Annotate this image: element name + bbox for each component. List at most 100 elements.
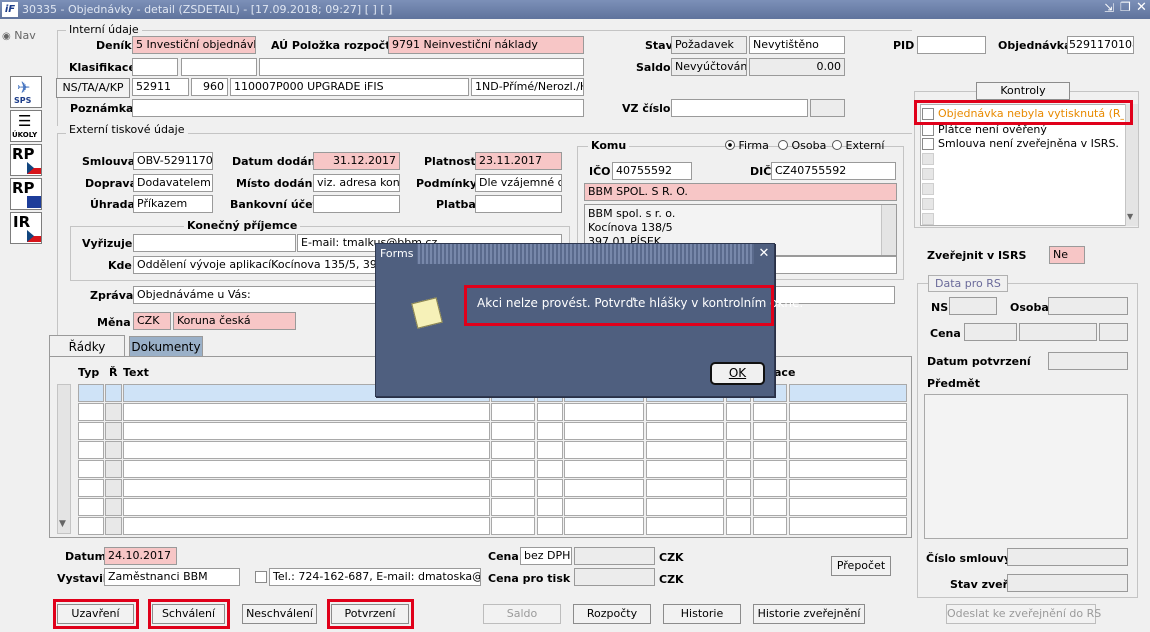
rozpocty-button[interactable]: Rozpočty — [573, 604, 651, 624]
grid-cell[interactable] — [491, 498, 535, 516]
grid-cell[interactable] — [537, 517, 563, 535]
nav-button[interactable]: ◉ Nav — [2, 29, 38, 43]
grid-cell[interactable] — [78, 422, 104, 440]
bankovni-ucet-field[interactable] — [313, 195, 400, 213]
sps-icon[interactable]: ✈ SPS — [10, 76, 42, 108]
grid-cell[interactable] — [789, 384, 907, 402]
grid-cell[interactable] — [753, 517, 787, 535]
grid-cell[interactable] — [646, 517, 724, 535]
grid-cell[interactable] — [491, 460, 535, 478]
grid-cell[interactable] — [123, 422, 490, 440]
prepocet-button[interactable]: Přepočet — [831, 556, 891, 576]
cena-type-field[interactable]: bez DPH — [520, 547, 572, 565]
klasifikace-field-2[interactable] — [181, 58, 257, 76]
grid-cell[interactable] — [78, 403, 104, 421]
grid-cell[interactable] — [491, 422, 535, 440]
grid-cell[interactable] — [78, 517, 104, 535]
denik-field[interactable]: 5 Investiční objednávky — [132, 36, 256, 54]
kontrola-checkbox-3[interactable] — [922, 138, 934, 150]
grid-cell[interactable] — [726, 460, 751, 478]
ns-field[interactable]: 52911 — [132, 78, 189, 96]
grid-cell[interactable] — [789, 517, 907, 535]
radio-osoba[interactable]: Osoba — [778, 139, 826, 152]
grid-cell[interactable] — [537, 441, 563, 459]
grid-cell[interactable] — [78, 460, 104, 478]
scroll-down-icon[interactable]: ▼ — [59, 519, 66, 529]
klasifikace-field-3[interactable] — [259, 58, 584, 76]
rp-eu-icon[interactable]: RP — [10, 178, 42, 210]
grid-cell[interactable] — [537, 498, 563, 516]
grid-cell[interactable] — [105, 422, 122, 440]
dialog-close-icon[interactable]: ✕ — [754, 244, 774, 264]
grid-cell[interactable] — [646, 441, 724, 459]
grid-cell[interactable] — [789, 498, 907, 516]
odeslat-button[interactable]: Odeslat ke zveřejnění do RS — [946, 604, 1101, 624]
historie-button[interactable]: Historie — [663, 604, 741, 624]
a-field[interactable]: 110007P000 UPGRADE iFIS — [230, 78, 469, 96]
datars-legend[interactable]: Data pro RS — [928, 275, 1008, 292]
grid-cell[interactable] — [105, 384, 122, 402]
grid-cell[interactable] — [564, 498, 644, 516]
doprava-field[interactable]: Dodavatelem — [133, 174, 213, 192]
potvrzeni-button[interactable]: Potvrzení — [331, 604, 409, 624]
grid-cell[interactable] — [726, 441, 751, 459]
grid-cell[interactable] — [491, 403, 535, 421]
vz-cislo-button[interactable] — [810, 99, 845, 117]
grid-scrollbar[interactable]: ▼ — [57, 384, 71, 534]
ukoly-icon[interactable]: ☰ ÚKOLY — [10, 110, 42, 142]
grid-cell[interactable] — [491, 479, 535, 497]
grid-cell[interactable] — [646, 498, 724, 516]
address-scrollbar[interactable] — [881, 205, 896, 255]
restore-icon[interactable]: ❐ — [1120, 0, 1131, 14]
grid-cell[interactable] — [753, 422, 787, 440]
grid-cell[interactable] — [537, 479, 563, 497]
grid-cell[interactable] — [105, 479, 122, 497]
vystavil-checkbox[interactable] — [255, 571, 267, 583]
grid-cell[interactable] — [491, 517, 535, 535]
pid-field[interactable] — [917, 36, 986, 54]
grid-cell[interactable] — [726, 479, 751, 497]
grid-cell[interactable] — [646, 422, 724, 440]
grid-cell[interactable] — [105, 441, 122, 459]
minimize-icon[interactable]: ⇲ — [1104, 1, 1114, 15]
grid-cell[interactable] — [753, 498, 787, 516]
grid-cell[interactable] — [537, 403, 563, 421]
grid-cell[interactable] — [646, 479, 724, 497]
grid-cell[interactable] — [564, 441, 644, 459]
uhrada-field[interactable]: Příkazem — [133, 195, 213, 213]
kp-field[interactable]: 1ND-Přímé/Nerozl./HČ- — [471, 78, 584, 96]
grid-cell[interactable] — [789, 460, 907, 478]
grid-cell[interactable] — [537, 460, 563, 478]
grid-cell[interactable] — [123, 517, 490, 535]
schvaleni-button[interactable]: Schválení — [152, 604, 225, 624]
historie-zverejneni-button[interactable]: Historie zveřejnění — [753, 604, 865, 624]
grid-cell[interactable] — [726, 422, 751, 440]
smlouva-field[interactable]: OBV-52911700 — [133, 152, 213, 170]
platba-field[interactable] — [475, 195, 562, 213]
grid-cell[interactable] — [123, 403, 490, 421]
scroll-down-icon[interactable]: ▼ — [1127, 212, 1133, 221]
grid-cell[interactable] — [789, 403, 907, 421]
ir-cz-icon[interactable]: IR — [10, 212, 42, 244]
grid-cell[interactable] — [78, 479, 104, 497]
kontrola-checkbox-1[interactable] — [922, 108, 934, 120]
grid-cell[interactable] — [537, 422, 563, 440]
mena-code-field[interactable]: CZK — [133, 312, 171, 330]
poznamka-field[interactable] — [132, 99, 584, 117]
grid-cell[interactable] — [753, 479, 787, 497]
rp-cz-icon[interactable]: RP — [10, 144, 42, 176]
grid-cell[interactable] — [105, 403, 122, 421]
ico-field[interactable]: 40755592 — [612, 162, 692, 180]
klasifikace-field-1[interactable] — [132, 58, 178, 76]
radio-externi[interactable]: Externí — [832, 139, 884, 152]
grid-cell[interactable] — [564, 479, 644, 497]
vz-cislo-field[interactable] — [671, 99, 808, 117]
kontrola-checkbox-2[interactable] — [922, 124, 934, 136]
grid-cell[interactable] — [123, 479, 490, 497]
grid-cell[interactable] — [78, 498, 104, 516]
uzavreni-button[interactable]: Uzavření — [57, 604, 134, 624]
ta-field[interactable]: 960 — [191, 78, 228, 96]
au-field[interactable]: 9791 Neinvestiční náklady — [388, 36, 584, 54]
grid-cell[interactable] — [564, 403, 644, 421]
grid-cell[interactable] — [123, 498, 490, 516]
